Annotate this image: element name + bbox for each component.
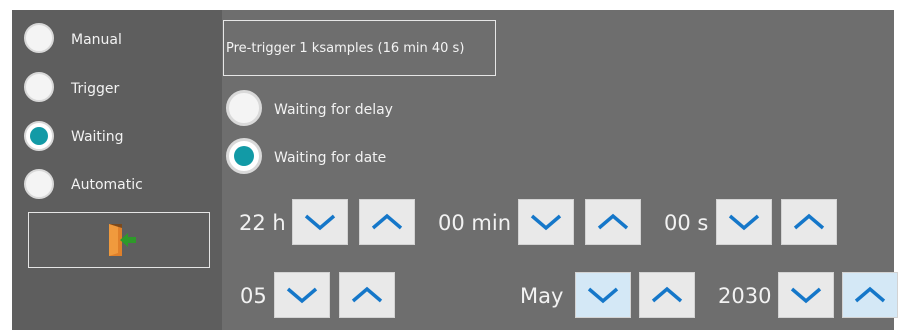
second-up-button[interactable] [781, 199, 837, 245]
hour-down-button[interactable] [292, 199, 348, 245]
year-value: 2030 [718, 284, 772, 308]
radio-manual[interactable] [24, 23, 54, 53]
second-down-button[interactable] [716, 199, 772, 245]
waiting-delay-label: Waiting for delay [274, 102, 393, 118]
chevron-up-icon [371, 213, 403, 230]
chevron-down-icon [530, 214, 562, 231]
radio-automatic[interactable] [24, 169, 54, 199]
chevron-down-icon [286, 287, 318, 304]
minute-up-button[interactable] [585, 199, 641, 245]
waiting-date-label: Waiting for date [274, 150, 387, 166]
hour-value: 22 h [239, 211, 286, 235]
month-down-button[interactable] [575, 272, 631, 318]
radio-waiting-delay[interactable] [226, 90, 262, 126]
mode-label-manual: Manual [71, 32, 122, 48]
chevron-down-icon [728, 214, 760, 231]
hour-up-button[interactable] [359, 199, 415, 245]
chevron-up-icon [793, 213, 825, 230]
radio-waiting[interactable] [24, 121, 54, 151]
chevron-down-icon [304, 214, 336, 231]
year-down-button[interactable] [778, 272, 834, 318]
chevron-up-icon [351, 286, 383, 303]
radio-waiting-date[interactable] [226, 138, 262, 174]
mode-sidebar: Manual Trigger Waiting Automatic [12, 10, 222, 330]
chevron-up-icon [854, 286, 886, 303]
second-value: 00 s [664, 211, 709, 235]
day-up-button[interactable] [339, 272, 395, 318]
minute-down-button[interactable] [518, 199, 574, 245]
mode-label-waiting: Waiting [71, 129, 124, 145]
exit-button[interactable] [28, 212, 210, 268]
chevron-down-icon [790, 287, 822, 304]
radio-trigger[interactable] [24, 72, 54, 102]
month-up-button[interactable] [639, 272, 695, 318]
frame: Manual Trigger Waiting Automatic Pre-tri… [0, 0, 904, 333]
year-up-button[interactable] [842, 272, 898, 318]
month-value: May [520, 284, 564, 308]
chevron-up-icon [597, 213, 629, 230]
chevron-up-icon [651, 286, 683, 303]
mode-label-trigger: Trigger [71, 81, 120, 97]
minute-value: 00 min [438, 211, 511, 235]
main-panel: Manual Trigger Waiting Automatic Pre-tri… [12, 10, 898, 330]
day-value: 05 [240, 284, 267, 308]
day-down-button[interactable] [274, 272, 330, 318]
exit-door-icon [109, 224, 136, 256]
mode-label-automatic: Automatic [71, 177, 143, 193]
chevron-down-icon [587, 287, 619, 304]
pretrigger-box: Pre-trigger 1 ksamples (16 min 40 s) [223, 20, 496, 76]
